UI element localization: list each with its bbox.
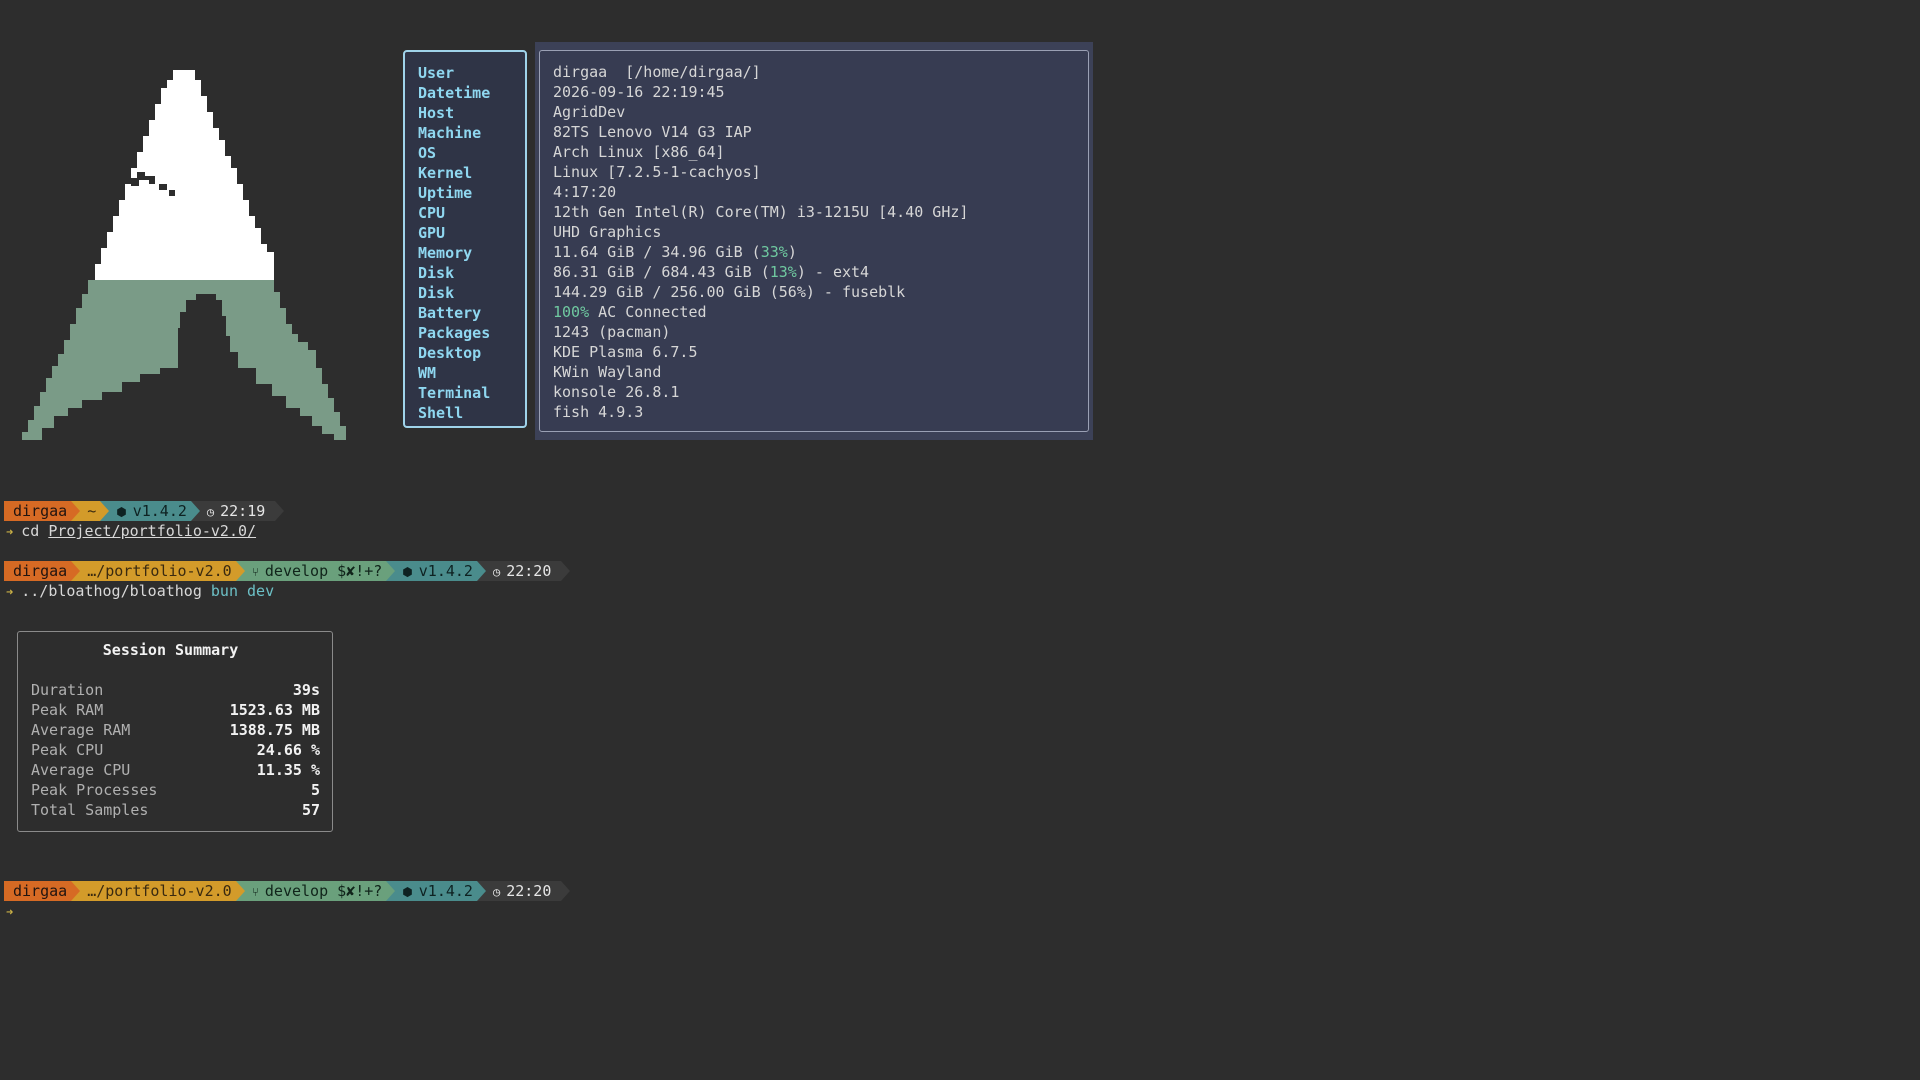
prompt-time: ◷ 22:20 [476, 561, 571, 581]
prompt-user: dirgaa [4, 501, 81, 521]
fetch-label-uptime: Uptime [418, 184, 473, 202]
clock-icon: ◷ [492, 565, 501, 579]
fetch-disk-value: 86.31 GiB / 684.43 GiB (13%) - ext4 [553, 263, 870, 281]
fetch-label-kernel: Kernel [418, 164, 473, 182]
prompt-time: ◷ 22:20 [476, 881, 571, 901]
fetch-wm-value: KWin Wayland [553, 363, 662, 381]
fetch-label-disk: Disk [418, 284, 455, 302]
summary-row: Total Samples 57 [31, 801, 320, 819]
arch-linux-logo [22, 70, 346, 440]
summary-row: Average CPU 11.35 % [31, 761, 320, 779]
prompt-node: ⬢ v1.4.2 [386, 561, 486, 581]
fetch-label-packages: Packages [418, 324, 491, 342]
clock-icon: ◷ [206, 505, 215, 519]
summary-row: Peak CPU 24.66 % [31, 741, 320, 759]
clock-icon: ◷ [492, 885, 501, 899]
fetch-shell-value: fish 4.9.3 [553, 403, 644, 421]
fetch-label-os: OS [418, 144, 437, 162]
fetch-uptime-value: 4:17:20 [553, 183, 617, 201]
command-line-1: ➜ cd Project/portfolio-v2.0/ [6, 522, 257, 540]
fetch-machine-value: 82TS Lenovo V14 G3 IAP [553, 123, 752, 141]
fetch-values-panel: dirgaa [/home/dirgaa/] 2026-09-16 22:19:… [539, 50, 1089, 432]
prompt-bar-1: dirgaa ~ ⬢ v1.4.2 ◷ 22:19 [4, 501, 285, 521]
prompt-path: …/portfolio-v2.0 [71, 561, 245, 581]
fetch-packages-value: 1243 (pacman) [553, 323, 671, 341]
fetch-label-disk: Disk [418, 264, 455, 282]
fetch-label-shell: Shell [418, 404, 464, 422]
fetch-labels-panel: User Datetime Host Machine OS Kernel Uptime CPU… [403, 50, 527, 428]
prompt-node: ⬢ v1.4.2 [386, 881, 486, 901]
fetch-label-host: Host [418, 104, 455, 122]
summary-row: Duration 39s [31, 681, 320, 699]
prompt-path: …/portfolio-v2.0 [71, 881, 245, 901]
fetch-label-machine: Machine [418, 124, 482, 142]
node-icon: ⬢ [402, 885, 413, 899]
fetch-host-value: AgridDev [553, 103, 626, 121]
fetch-label-desktop: Desktop [418, 344, 482, 362]
fetch-desktop-value: KDE Plasma 6.7.5 [553, 343, 698, 361]
prompt-node: ⬢ v1.4.2 [100, 501, 200, 521]
fetch-user-value: dirgaa [/home/dirgaa/] [553, 63, 761, 81]
git-branch-icon: ⑂ [251, 885, 259, 899]
fetch-label-cpu: CPU [418, 204, 446, 222]
prompt-user: dirgaa [4, 561, 81, 581]
fetch-label-memory: Memory [418, 244, 473, 262]
fetch-cpu-value: 12th Gen Intel(R) Core(TM) i3-1215U [4.4… [553, 203, 969, 221]
fetch-terminal-value: konsole 26.8.1 [553, 383, 680, 401]
command-path-link[interactable]: Project/portfolio-v2.0/ [48, 522, 256, 540]
fetch-label-user: User [418, 64, 455, 82]
fetch-battery-value: 100% AC Connected [553, 303, 707, 321]
git-branch-icon: ⑂ [251, 565, 259, 579]
prompt-git: ⑂ develop $✘!+? [235, 881, 395, 901]
prompt-arrow-icon: ➜ [6, 585, 14, 599]
session-summary-panel: Session Summary Duration 39s Peak RAM 1523… [17, 631, 333, 832]
fetch-disk2-value: 144.29 GiB / 256.00 GiB (56%) - fuseblk [553, 283, 906, 301]
node-icon: ⬢ [402, 565, 413, 579]
prompt-arrow-icon: ➜ [6, 905, 14, 919]
fetch-os-value: Arch Linux [x86_64] [553, 143, 725, 161]
fetch-datetime-value: 2026-09-16 22:19:45 [553, 83, 725, 101]
fetch-label-battery: Battery [418, 304, 482, 322]
command-input-line[interactable]: ➜ [6, 901, 21, 921]
prompt-bar-3: dirgaa …/portfolio-v2.0 ⑂ develop $✘!+? ⬢… [4, 881, 571, 901]
fetch-kernel-value: Linux [7.2.5-1-cachyos] [553, 163, 761, 181]
fetch-memory-value: 11.64 GiB / 34.96 GiB (33%) [553, 243, 797, 261]
fetch-gpu-value: UHD Graphics [553, 223, 662, 241]
prompt-arrow-icon: ➜ [6, 525, 14, 539]
node-icon: ⬢ [116, 505, 127, 519]
fetch-label-gpu: GPU [418, 224, 446, 242]
fetch-label-wm: WM [418, 364, 437, 382]
command-line-2: ➜ ../bloathog/bloathog bun dev [6, 582, 275, 600]
prompt-bar-2: dirgaa …/portfolio-v2.0 ⑂ develop $✘!+? ⬢… [4, 561, 571, 581]
summary-row: Peak RAM 1523.63 MB [31, 701, 320, 719]
prompt-time: ◷ 22:19 [190, 501, 285, 521]
fetch-label-datetime: Datetime [418, 84, 491, 102]
prompt-user: dirgaa [4, 881, 81, 901]
summary-row: Average RAM 1388.75 MB [31, 721, 320, 739]
fetch-label-terminal: Terminal [418, 384, 491, 402]
summary-row: Peak Processes 5 [31, 781, 320, 799]
session-summary-title: Session Summary [102, 641, 239, 659]
prompt-git: ⑂ develop $✘!+? [235, 561, 395, 581]
